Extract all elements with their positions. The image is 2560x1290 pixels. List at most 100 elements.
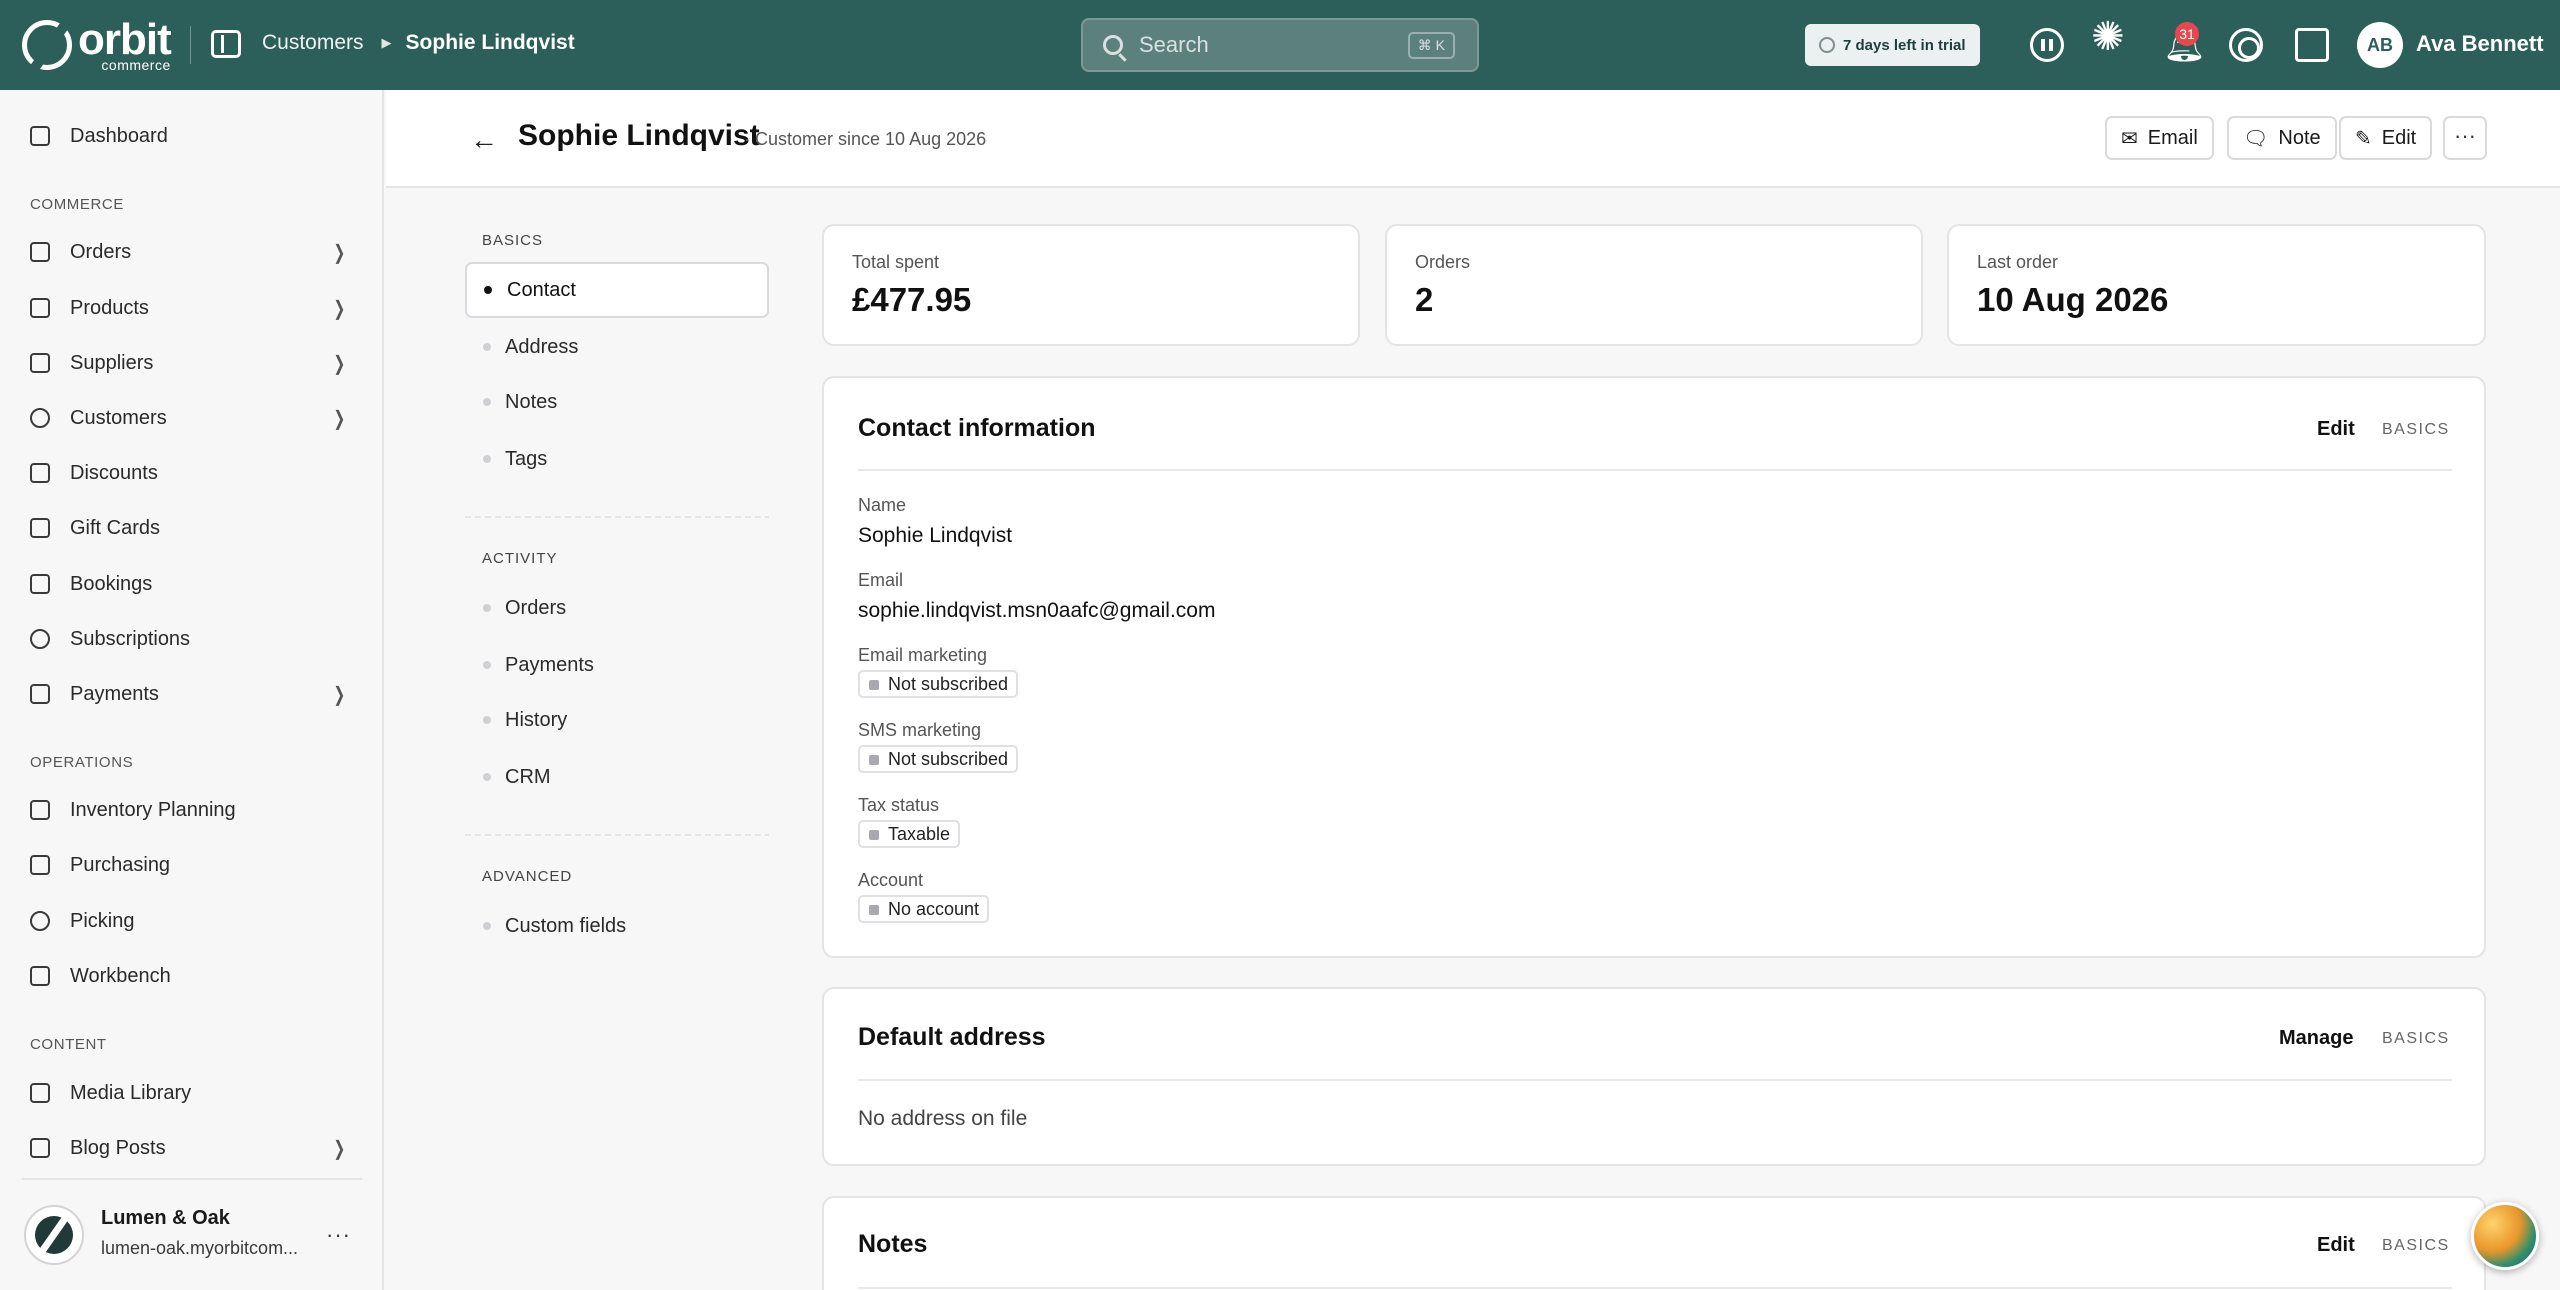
sidebar-item-orders[interactable]: Orders ❯ bbox=[30, 232, 360, 272]
user-name[interactable]: Ava Bennett bbox=[2416, 31, 2544, 57]
section-nav-notes[interactable]: Notes bbox=[483, 374, 767, 430]
edit-button-label: Edit bbox=[2381, 126, 2417, 149]
sidebar-divider bbox=[22, 1178, 362, 1180]
breadcrumb-customers[interactable]: Customers bbox=[262, 31, 364, 55]
sidebar-item-label: Workbench bbox=[70, 964, 171, 987]
sidebar-item-bookings[interactable]: Bookings bbox=[30, 564, 360, 604]
sidebar-item-inventory-planning[interactable]: Inventory Planning bbox=[30, 790, 360, 830]
search-placeholder: Search bbox=[1139, 32, 1209, 57]
refresh-icon bbox=[30, 629, 50, 649]
sidebar-item-label: Bookings bbox=[70, 572, 153, 595]
stat-label: Last order bbox=[1977, 252, 2059, 272]
sidebar-item-label: Payments bbox=[70, 682, 159, 705]
section-nav-crm[interactable]: CRM bbox=[483, 749, 767, 805]
bullet-icon bbox=[483, 398, 491, 406]
avatar[interactable]: AB bbox=[2357, 22, 2403, 68]
section-nav-address[interactable]: Address bbox=[483, 319, 767, 375]
trial-text: 7 days left in trial bbox=[1843, 36, 1966, 54]
badge-label: No account bbox=[888, 898, 980, 919]
stat-value: £477.95 bbox=[852, 281, 972, 318]
notes-edit-button[interactable]: Edit bbox=[2317, 1234, 2355, 1257]
bullet-icon bbox=[483, 661, 491, 669]
email-value[interactable]: sophie.lindqvist.msn0aafc@gmail.com bbox=[858, 599, 1215, 623]
name-label: Name bbox=[858, 495, 907, 515]
store-url: lumen-oak.myorbitcom... bbox=[101, 1238, 299, 1258]
section-nav-activity-label: ACTIVITY bbox=[482, 550, 558, 567]
email-button[interactable]: ✉ Email bbox=[2105, 116, 2214, 160]
sidebar-item-suppliers[interactable]: Suppliers ❯ bbox=[30, 343, 360, 383]
more-actions-button[interactable]: ··· bbox=[2443, 116, 2487, 160]
bullet-icon bbox=[483, 604, 491, 612]
storefront-icon[interactable] bbox=[2295, 28, 2329, 62]
section-nav-tags[interactable]: Tags bbox=[483, 431, 767, 487]
box-icon bbox=[30, 855, 50, 875]
sidebar-item-media-library[interactable]: Media Library bbox=[30, 1073, 360, 1113]
section-nav-contact[interactable]: Contact bbox=[465, 262, 769, 318]
bullet-icon bbox=[484, 286, 492, 294]
sidebar-item-label: Customers bbox=[70, 406, 167, 429]
sidebar-item-label: Blog Posts bbox=[70, 1136, 166, 1159]
name-value: Sophie Lindqvist bbox=[858, 524, 1013, 547]
sidebar-item-gift-cards[interactable]: Gift Cards bbox=[30, 508, 360, 548]
store-name[interactable]: Lumen & Oak bbox=[101, 1207, 230, 1230]
back-arrow-icon[interactable]: ← bbox=[470, 124, 498, 156]
card-icon bbox=[30, 684, 50, 704]
sidebar-item-workbench[interactable]: Workbench bbox=[30, 956, 360, 996]
clipboard-icon bbox=[30, 800, 50, 820]
search-input[interactable]: Search ⌘ K bbox=[1081, 18, 1479, 72]
store-logo[interactable] bbox=[24, 1205, 84, 1265]
notification-badge: 31 bbox=[2175, 22, 2199, 46]
store-logo-icon bbox=[35, 1216, 73, 1254]
section-nav-history[interactable]: History bbox=[483, 692, 767, 748]
sidebar-item-subscriptions[interactable]: Subscriptions bbox=[30, 619, 360, 659]
building-icon bbox=[30, 353, 50, 373]
sidebar-item-customers[interactable]: Customers ❯ bbox=[30, 398, 360, 438]
clock-icon bbox=[1819, 37, 1835, 53]
edit-button[interactable]: ✎ Edit bbox=[2339, 116, 2433, 160]
note-button[interactable]: 🗨︎ Note bbox=[2227, 116, 2337, 160]
sidebar-item-picking[interactable]: Picking bbox=[30, 901, 360, 941]
sidebar-item-products[interactable]: Products ❯ bbox=[30, 288, 360, 328]
chevron-right-icon: ❯ bbox=[333, 683, 346, 706]
logo-word: orbit bbox=[78, 15, 172, 64]
sidebar-toggle-icon[interactable] bbox=[211, 30, 241, 58]
badge-label: Taxable bbox=[888, 823, 951, 844]
email-marketing-label: Email marketing bbox=[858, 645, 988, 665]
trial-badge[interactable]: 7 days left in trial bbox=[1805, 24, 1980, 66]
chevron-right-icon: ❯ bbox=[333, 352, 346, 375]
bullet-icon bbox=[483, 773, 491, 781]
section-nav-custom-fields[interactable]: Custom fields bbox=[483, 898, 767, 954]
badge-label: Not subscribed bbox=[888, 673, 1009, 694]
sidebar-item-blog-posts[interactable]: Blog Posts ❯ bbox=[30, 1128, 360, 1168]
assistant-launcher-icon[interactable] bbox=[2471, 1202, 2539, 1270]
dashboard-icon bbox=[30, 126, 50, 146]
sidebar-item-purchasing[interactable]: Purchasing bbox=[30, 845, 360, 885]
sidebar-item-label: Suppliers bbox=[70, 351, 154, 374]
chevron-right-icon: ❯ bbox=[333, 407, 346, 430]
sidebar-item-discounts[interactable]: Discounts bbox=[30, 453, 360, 493]
stat-value: 10 Aug 2026 bbox=[1977, 281, 2169, 318]
orbit-logo[interactable]: orbit commerce bbox=[22, 15, 172, 72]
contact-edit-button[interactable]: Edit bbox=[2317, 418, 2355, 441]
stat-label: Orders bbox=[1415, 252, 1471, 272]
feedback-icon[interactable] bbox=[2030, 28, 2064, 62]
panel-divider bbox=[858, 1079, 2452, 1081]
panel-title: Contact information bbox=[858, 414, 1096, 442]
section-nav-orders[interactable]: Orders bbox=[483, 580, 767, 636]
sidebar-section-operations: OPERATIONS bbox=[30, 754, 134, 771]
sun-icon[interactable] bbox=[2091, 17, 2125, 57]
manage-address-button[interactable]: Manage bbox=[2279, 1027, 2353, 1050]
page-title: Sophie Lindqvist bbox=[518, 119, 760, 152]
gift-icon bbox=[30, 518, 50, 538]
sidebar-item-label: Purchasing bbox=[70, 853, 171, 876]
sidebar-item-dashboard[interactable]: Dashboard bbox=[30, 116, 360, 156]
sidebar-item-payments[interactable]: Payments ❯ bbox=[30, 674, 360, 714]
sms-marketing-badge: Not subscribed bbox=[858, 745, 1019, 773]
topbar-divider bbox=[190, 26, 191, 64]
status-dot-icon bbox=[869, 905, 879, 915]
section-nav-payments[interactable]: Payments bbox=[483, 637, 767, 693]
store-more-button[interactable]: ··· bbox=[326, 1222, 351, 1248]
sidebar-item-label: Inventory Planning bbox=[70, 798, 236, 821]
panel-tag: BASICS bbox=[2382, 1237, 2450, 1254]
help-icon[interactable] bbox=[2229, 28, 2263, 62]
